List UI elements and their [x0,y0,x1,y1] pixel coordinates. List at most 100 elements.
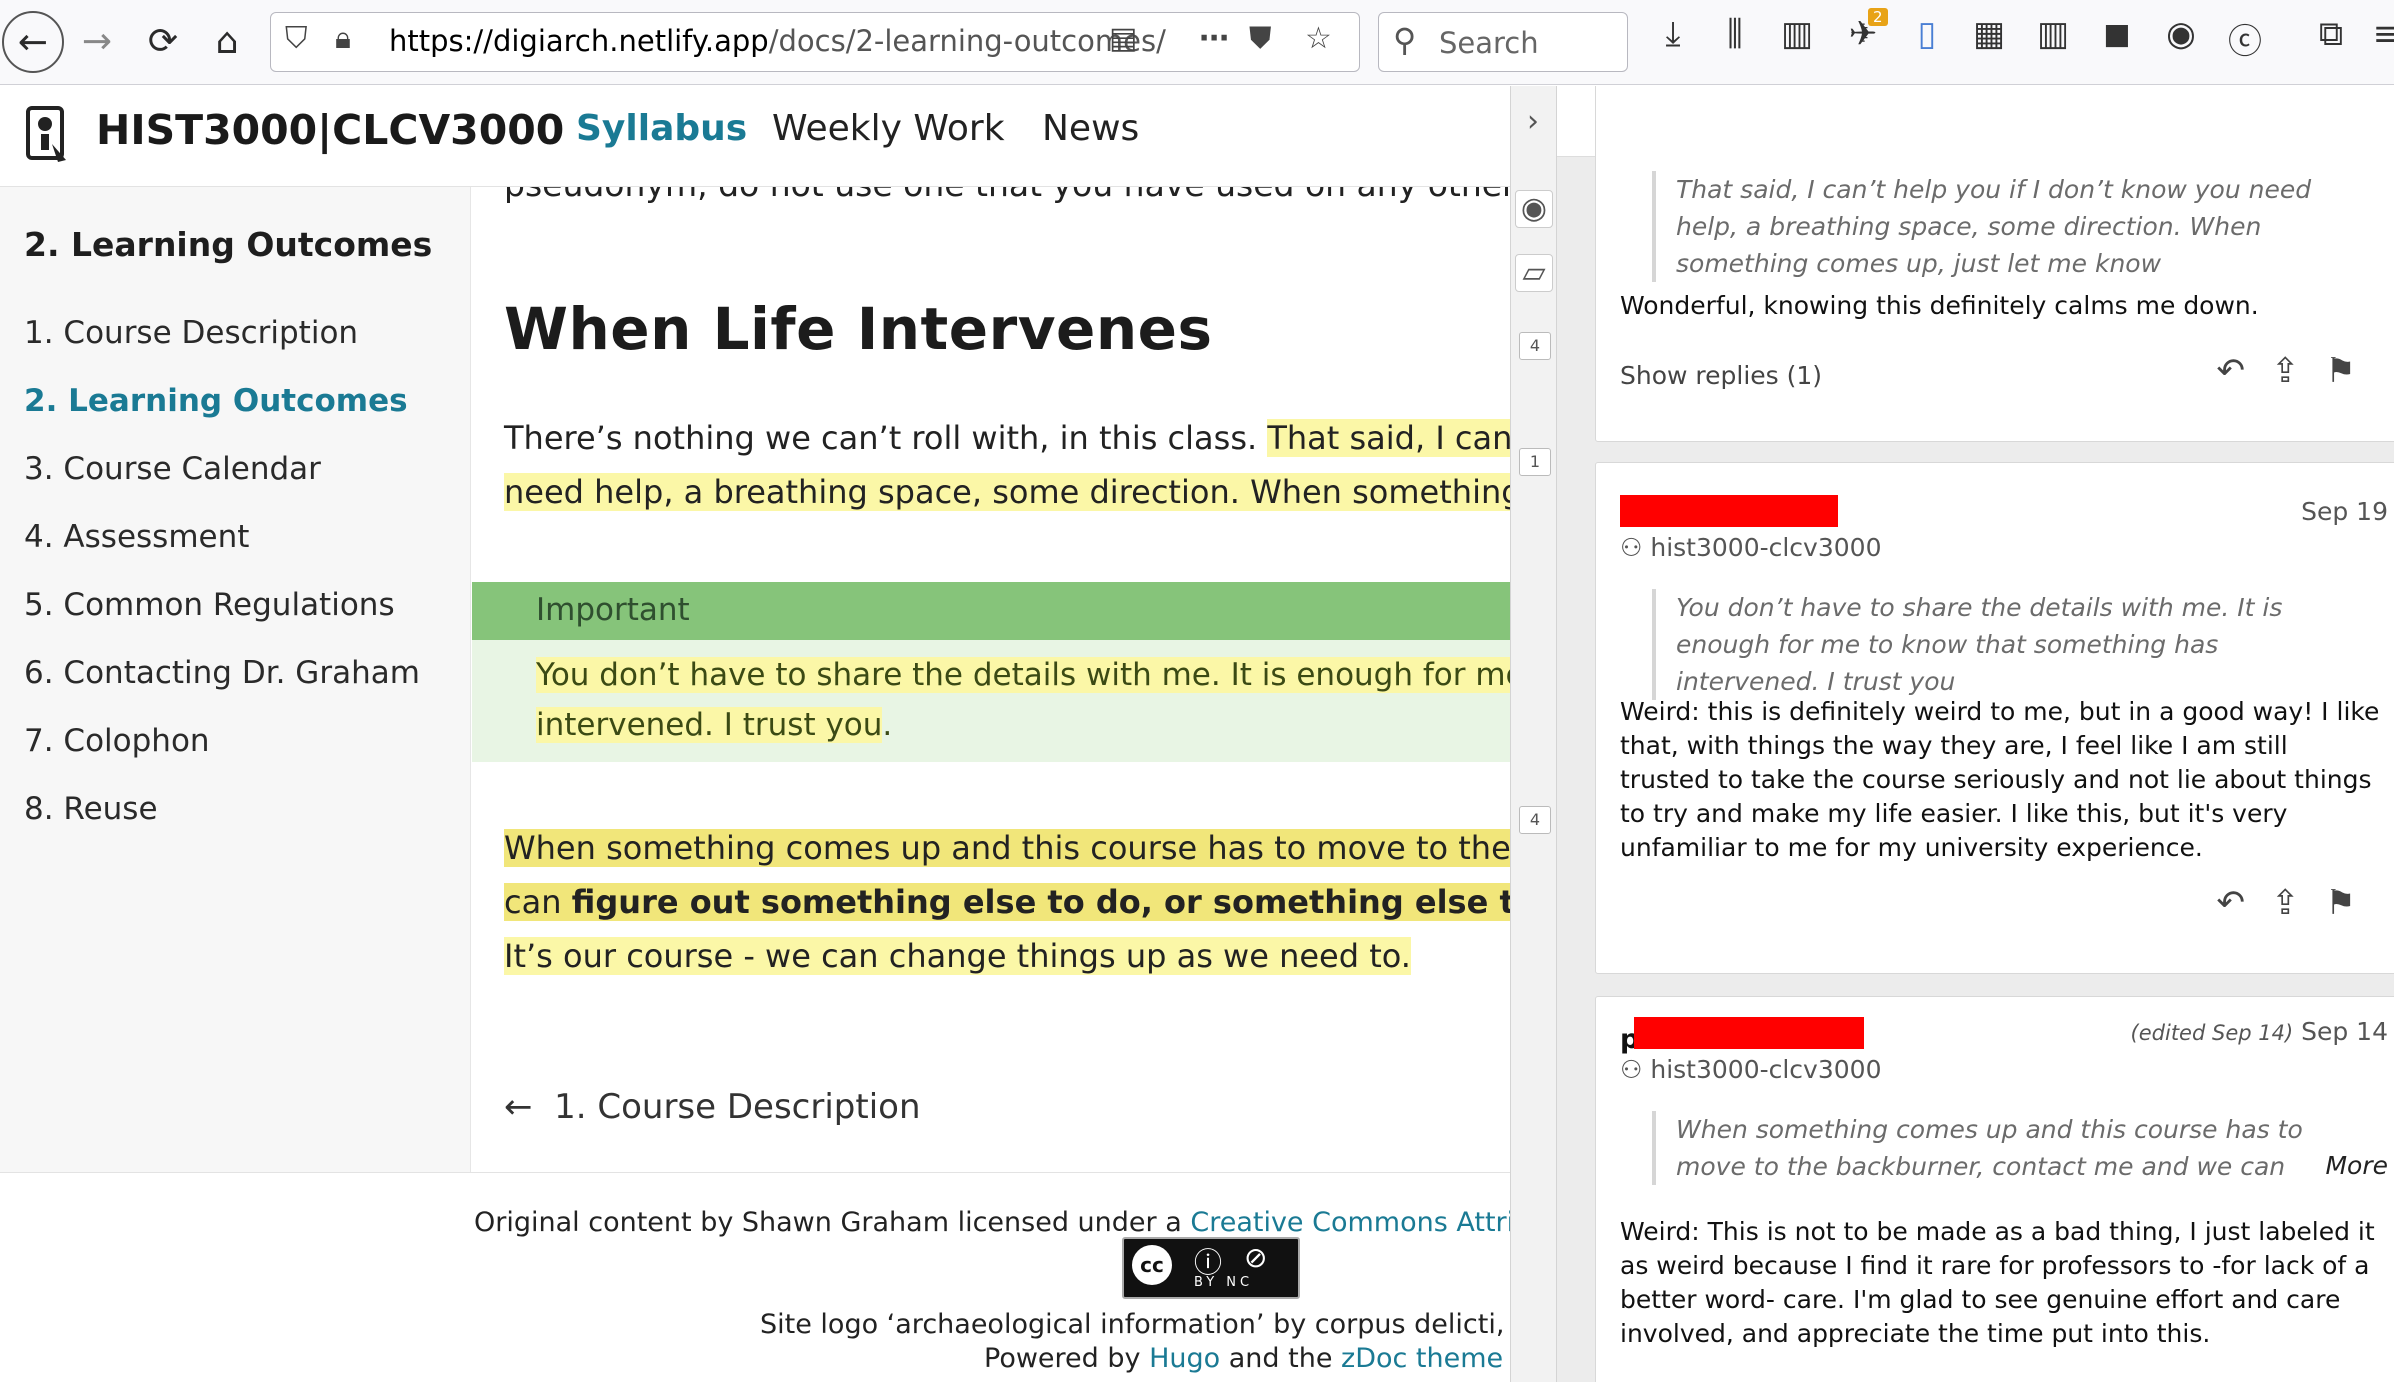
annotation-quote: You don’t have to share the details with… [1652,589,2366,700]
previous-page-link[interactable]: ← 1. Course Description [504,1087,921,1127]
share-icon[interactable]: ⇪ [2271,351,2326,391]
reply-icon[interactable]: ↶ [2217,351,2272,391]
new-page-note-icon[interactable]: ▱ [1515,254,1553,292]
paragraph-line: There’s nothing we can’t roll with, in t… [504,411,1530,465]
redacted-username [1634,1017,1864,1049]
sidebar-heading: 2. Learning Outcomes [24,225,433,264]
annotation-group[interactable]: ⚇ hist3000-clcv3000 [1620,533,1881,562]
home-icon[interactable]: ⌂ [196,10,258,72]
annotation-quote: When something comes up and this course … [1652,1111,2366,1185]
callout-title: Important [536,592,690,628]
main-content: pseudonym, do not use one that you have … [472,187,1530,1172]
flag-icon[interactable]: ⚑ [2326,883,2382,923]
sidebar-toggle-icon[interactable]: ▥ [1772,14,1822,54]
annotation-quote: That said, I can’t help you if I don’t k… [1652,171,2366,282]
more-link[interactable]: More [2319,1151,2388,1180]
notification-badge: 2 [1868,8,1888,26]
paragraph-line: It’s our course - we can change things u… [504,929,1411,983]
annotation-text: Weird: this is definitely weird to me, b… [1620,697,2380,862]
section-heading: When Life Intervenes [504,295,1213,363]
site-header: HIST3000|CLCV3000 Syllabus Weekly Work N… [0,86,1530,187]
shield-icon[interactable]: ⛉ [285,21,308,56]
forward-arrow-icon[interactable]: → [66,10,128,72]
sidebar-item-course-description[interactable]: 1. Course Description [24,315,358,351]
hugo-link[interactable]: Hugo [1149,1343,1220,1374]
nav-syllabus[interactable]: Syllabus [576,108,747,149]
show-highlights-eye-icon[interactable]: ◉ [1515,190,1553,228]
search-placeholder: Search [1439,26,1539,60]
paragraph-cut-text: pseudonym, do not use one that you have … [504,187,1530,204]
extensions-puzzle-icon[interactable]: ⧉ [2306,14,2356,54]
grammar-extension-icon[interactable]: ◼ [2092,14,2142,54]
sidebar-item-reuse[interactable]: 8. Reuse [24,791,158,827]
annotation-highlight[interactable]: You don’t have to share the details with… [536,657,1530,693]
share-icon[interactable]: ⇪ [2271,883,2326,923]
back-arrow-icon[interactable]: ← [2,11,64,73]
download-icon[interactable]: ⤓ [1648,14,1698,54]
barcode-icon[interactable]: ▥ [2028,14,2078,54]
annotation-highlight[interactable]: That said, I can’t help y [1267,419,1530,457]
annotation-text: Weird: This is not to be made as a bad t… [1620,1217,2375,1348]
overflow-menu-icon[interactable]: ≡ [2362,14,2394,54]
redacted-username [1620,495,1838,527]
docs-sidebar: 2. Learning Outcomes 1. Course Descripti… [0,187,471,1172]
annotation-date[interactable]: Sep 19 [2301,497,2388,526]
site-title[interactable]: HIST3000|CLCV3000 [96,106,564,154]
search-bar[interactable]: ⚲ Search [1378,12,1628,72]
group-users-icon: ⚇ [1620,1055,1651,1084]
annotation-group[interactable]: ⚇ hist3000-clcv3000 [1620,1055,1881,1084]
reply-icon[interactable]: ↶ [2217,883,2272,923]
more-actions-icon[interactable]: ⋯ [1199,21,1229,56]
bookmark-star-icon[interactable]: ☆ [1305,21,1332,56]
annotation-highlight[interactable]: need help, a breathing space, some direc… [504,473,1530,511]
annotation-card[interactable]: That said, I can’t help you if I don’t k… [1595,86,2394,442]
lock-icon[interactable]: 🔒︎ [335,21,351,56]
pocket-icon[interactable]: ⛊ [1249,21,1272,56]
sidebar-item-colophon[interactable]: 7. Colophon [24,723,210,759]
annotation-actions: ↶⇪⚑ [2217,883,2382,923]
creative-commons-icon[interactable]: ⓒ [2220,14,2270,63]
sidebar-item-common-regulations[interactable]: 5. Common Regulations [24,587,395,623]
address-bar[interactable]: ⛉ 🔒︎ https://digiarch.netlify.app/docs/2… [270,12,1360,72]
annotation-highlight[interactable]: It’s our course - we can change things u… [504,937,1411,975]
reload-icon[interactable]: ⟳ [132,10,194,72]
powered-by-text: Powered by Hugo and the zDoc theme [984,1343,1504,1374]
browser-toolbar: ← → ⟳ ⌂ ⛉ 🔒︎ https://digiarch.netlify.ap… [0,0,2394,85]
site-logo-icon[interactable] [22,104,70,166]
annotation-actions: ↶⇪⚑ [2217,351,2382,391]
document-extension-icon[interactable]: ▯ [1902,14,1952,54]
reader-view-icon[interactable]: ▤ [1109,21,1137,56]
annotation-highlight[interactable]: can figure out something else to do, or … [504,883,1530,921]
paragraph-line: need help, a breathing space, some direc… [504,465,1530,519]
annotation-highlight[interactable]: When something comes up and this course … [504,829,1530,867]
extension-notification-icon[interactable]: ✈ 2 [1838,8,1888,54]
paragraph-line: When something comes up and this course … [504,821,1530,875]
annotation-text: Wonderful, knowing this definitely calms… [1620,291,2259,320]
annotation-highlight[interactable]: intervened. I trust you [536,707,883,743]
url-text[interactable]: https://digiarch.netlify.app/docs/2-lear… [389,24,1166,58]
nav-weekly-work[interactable]: Weekly Work [772,108,1005,149]
apps-grid-icon[interactable]: ▦ [1964,14,2014,54]
paragraph-line: can figure out something else to do, or … [504,875,1530,929]
important-callout: Important You don’t have to share the de… [472,582,1530,762]
annotation-count-badge[interactable]: 4 [1519,806,1551,834]
annotation-card[interactable]: Sep 19 ⚇ hist3000-clcv3000 You don’t hav… [1595,462,2394,974]
sidebar-item-contacting[interactable]: 6. Contacting Dr. Graham [24,655,420,691]
sidebar-item-assessment[interactable]: 4. Assessment [24,519,249,555]
profile-extension-icon[interactable]: ◉ [2156,14,2206,54]
search-icon: ⚲ [1393,21,1417,59]
cc-license-badge-icon[interactable]: cc ⓘ ⊘ BY NC [1122,1237,1300,1299]
hypothesis-sidebar: h. hist3000-clcv3000 ⌄ ⚲ ⇅ ⇪ ? ♙ That sa… [1556,86,2394,1382]
annotation-card[interactable]: p (edited Sep 14) Sep 14 ⚇ hist3000-clcv… [1595,996,2394,1382]
collapse-chevron-icon[interactable]: › [1515,104,1551,140]
flag-icon[interactable]: ⚑ [2326,351,2382,391]
zdoc-theme-link[interactable]: zDoc theme [1341,1343,1503,1374]
sidebar-item-learning-outcomes[interactable]: 2. Learning Outcomes [24,383,408,419]
annotation-count-badge[interactable]: 1 [1519,448,1551,476]
library-icon[interactable]: ⫼ [1710,14,1760,54]
nav-news[interactable]: News [1042,108,1139,149]
annotation-date[interactable]: (edited Sep 14) Sep 14 [2131,1017,2388,1046]
annotation-bucket-bar: › ◉ ▱ 4 1 4 [1510,86,1557,1382]
annotation-count-badge[interactable]: 4 [1519,332,1551,360]
sidebar-item-course-calendar[interactable]: 3. Course Calendar [24,451,321,487]
